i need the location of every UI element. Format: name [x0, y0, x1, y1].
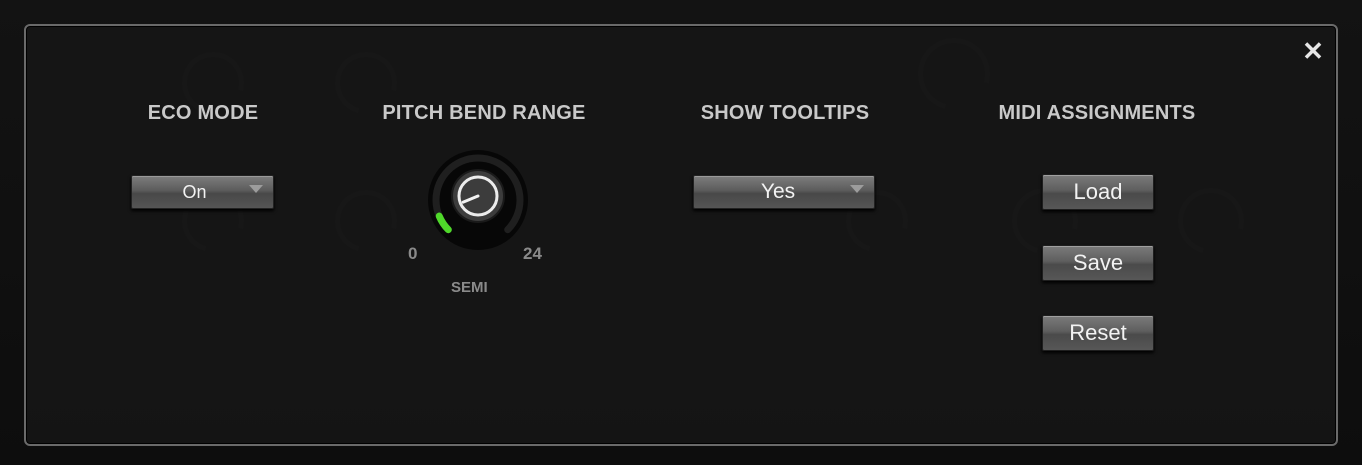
eco-mode-dropdown[interactable]: On [131, 175, 274, 209]
eco-mode-heading: ECO MODE [147, 102, 259, 124]
pitch-bend-knob[interactable] [425, 150, 531, 256]
reset-button[interactable]: Reset [1042, 315, 1154, 351]
midi-assignments-heading: MIDI ASSIGNMENTS [998, 102, 1196, 124]
eco-mode-value: On [182, 182, 207, 202]
save-button[interactable]: Save [1042, 245, 1154, 281]
preferences-dialog [24, 24, 1338, 446]
show-tooltips-heading: SHOW TOOLTIPS [700, 102, 870, 124]
pitch-bend-min-label: 0 [408, 244, 418, 263]
chevron-down-icon [249, 185, 263, 193]
pitch-bend-knob-graphic [428, 150, 528, 250]
show-tooltips-dropdown[interactable]: Yes [693, 175, 875, 209]
load-button[interactable]: Load [1042, 174, 1154, 210]
chevron-down-icon [850, 185, 864, 193]
pitch-bend-heading: PITCH BEND RANGE [382, 102, 586, 124]
close-button[interactable]: ✕ [1300, 38, 1326, 64]
pitch-bend-unit-label: SEMI [451, 279, 488, 296]
show-tooltips-value: Yes [760, 180, 796, 203]
close-icon: ✕ [1302, 36, 1324, 66]
pitch-bend-max-label: 24 [523, 244, 542, 263]
